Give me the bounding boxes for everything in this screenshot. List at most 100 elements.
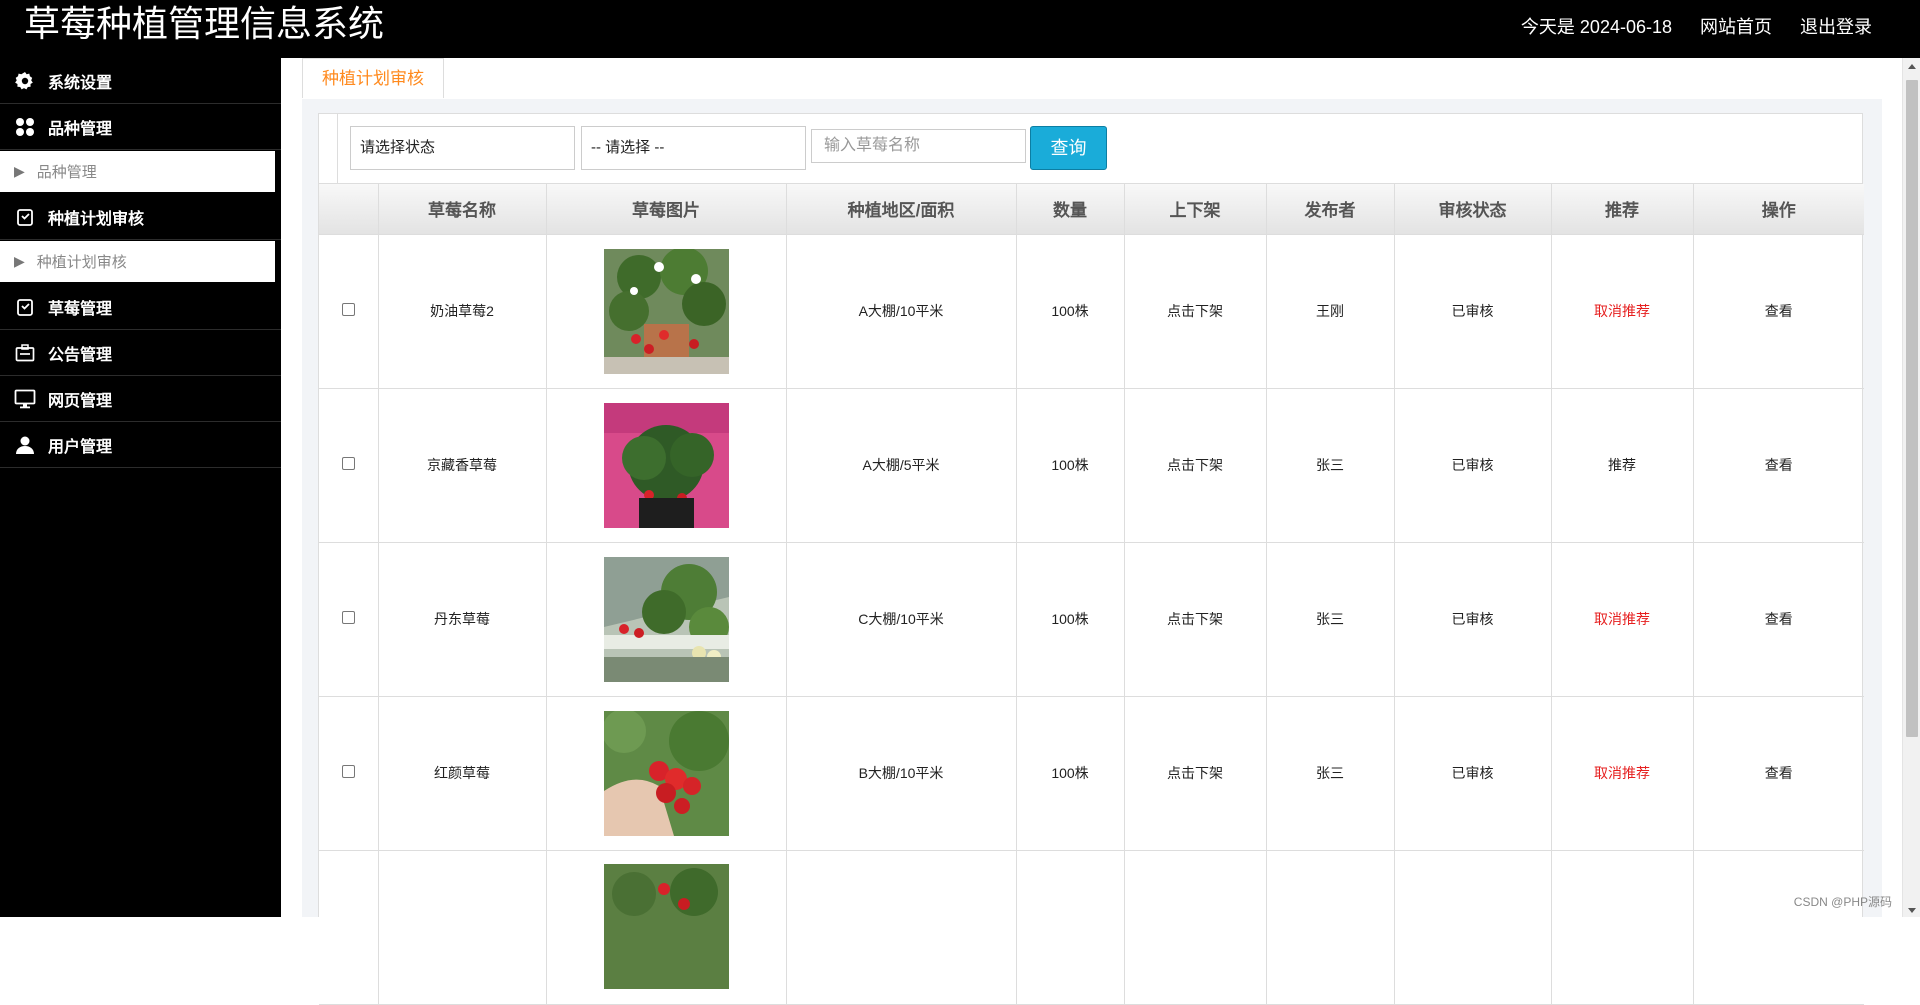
sidebar-item-label: 用户管理 [48, 433, 112, 457]
app-title: 草莓种植管理信息系统 [24, 3, 384, 47]
sidebar-item-label: 系统设置 [48, 69, 112, 93]
sidebar-item-web-management[interactable]: 网页管理 [0, 376, 281, 422]
content-panel: 请选择状态 -- 请选择 -- 输入草莓名称 查询 草莓名称 草莓图片 种植地区… [302, 99, 1882, 917]
strawberry-photo [604, 403, 729, 528]
sidebar-item-strawberry-management[interactable]: 草莓管理 [0, 284, 281, 330]
strawberry-photo [604, 557, 729, 682]
triangle-right-icon: ▶ [14, 253, 25, 270]
table-header: 草莓图片 [546, 184, 786, 234]
cell-area: A大棚/5平米 [786, 388, 1016, 542]
cell-area: C大棚/10平米 [786, 542, 1016, 696]
filter-bar: 请选择状态 -- 请选择 -- 输入草莓名称 查询 [319, 114, 1862, 184]
cell-publisher: 张三 [1266, 696, 1394, 850]
logout-link[interactable]: 退出登录 [1800, 16, 1872, 38]
sidebar-item-label: 草莓管理 [48, 295, 112, 319]
cell-quantity: 100株 [1016, 388, 1124, 542]
table-header: 草莓名称 [378, 184, 546, 234]
cell-image [546, 542, 786, 696]
sidebar-item-label: 品种管理 [48, 115, 112, 139]
plan-table: 草莓名称 草莓图片 种植地区/面积 数量 上下架 发布者 审核状态 推荐 操作 [319, 184, 1864, 1005]
cell-image [546, 388, 786, 542]
home-link[interactable]: 网站首页 [1700, 16, 1772, 38]
category-select[interactable]: -- 请选择 -- [581, 126, 806, 170]
vertical-scrollbar[interactable] [1902, 58, 1920, 917]
table-row: 奶油草莓2 A大棚/10平米 100 [319, 234, 1864, 388]
view-link[interactable]: 查看 [1693, 696, 1864, 850]
shelf-toggle-link[interactable]: 点击下架 [1124, 696, 1266, 850]
clipboard-icon [14, 296, 36, 318]
sidebar-item-label: 种植计划审核 [48, 205, 144, 229]
view-link[interactable]: 查看 [1693, 542, 1864, 696]
table-header: 数量 [1016, 184, 1124, 234]
main-content: 种植计划审核 请选择状态 -- 请选择 -- 输入草莓名称 查询 草莓名称 草 [281, 58, 1920, 917]
sidebar: 系统设置 品种管理 ▶ 品种管理 种植计划审核 ▶ 种植计划审核 草莓管理 公告… [0, 58, 281, 917]
cell-publisher: 张三 [1266, 542, 1394, 696]
notice-board-icon [14, 342, 36, 364]
user-icon [14, 434, 36, 456]
triangle-right-icon: ▶ [14, 163, 25, 180]
row-checkbox[interactable] [342, 611, 355, 624]
table-header: 上下架 [1124, 184, 1266, 234]
table-header: 操作 [1693, 184, 1864, 234]
apps-grid-icon [14, 116, 36, 138]
cell-area: B大棚/10平米 [786, 696, 1016, 850]
view-link[interactable]: 查看 [1693, 388, 1864, 542]
sidebar-item-system-settings[interactable]: 系统设置 [0, 58, 281, 104]
cell-status: 已审核 [1394, 542, 1551, 696]
watermark: CSDN @PHP源码 [1794, 893, 1892, 910]
cell-status: 已审核 [1394, 696, 1551, 850]
date-text: 今天是 2024-06-18 [1521, 16, 1672, 38]
table-header-checkbox [319, 184, 378, 234]
recommend-toggle-link[interactable]: 取消推荐 [1551, 542, 1693, 696]
top-header: 草莓种植管理信息系统 今天是 2024-06-18 网站首页 退出登录 [0, 0, 1920, 58]
table-row [319, 850, 1864, 1004]
query-button[interactable]: 查询 [1030, 126, 1107, 170]
cell-name: 丹东草莓 [378, 542, 546, 696]
table-header: 推荐 [1551, 184, 1693, 234]
table-row: 红颜草莓 B大棚/10平米 100株 点击下架 张三 [319, 696, 1864, 850]
cell-quantity: 100株 [1016, 542, 1124, 696]
shelf-toggle-link[interactable]: 点击下架 [1124, 542, 1266, 696]
row-checkbox[interactable] [342, 303, 355, 316]
cell-status: 已审核 [1394, 388, 1551, 542]
cell-name: 奶油草莓2 [378, 234, 546, 388]
recommend-toggle-link[interactable]: 取消推荐 [1551, 696, 1693, 850]
scroll-up-arrow-icon[interactable] [1908, 64, 1916, 69]
sidebar-item-user-management[interactable]: 用户管理 [0, 422, 281, 468]
scroll-down-arrow-icon[interactable] [1908, 908, 1916, 913]
sidebar-item-label: 公告管理 [48, 341, 112, 365]
cell-publisher: 王刚 [1266, 234, 1394, 388]
sidebar-subitem-plan-review[interactable]: ▶ 种植计划审核 [0, 241, 275, 282]
row-checkbox[interactable] [342, 457, 355, 470]
shelf-toggle-link[interactable]: 点击下架 [1124, 234, 1266, 388]
clipboard-icon [14, 206, 36, 228]
shelf-toggle-link[interactable]: 点击下架 [1124, 388, 1266, 542]
search-input[interactable]: 输入草莓名称 [811, 129, 1026, 163]
cell-publisher: 张三 [1266, 388, 1394, 542]
recommend-toggle-link[interactable]: 取消推荐 [1551, 234, 1693, 388]
table-row: 京藏香草莓 A大棚/5平米 100株 点击下架 [319, 388, 1864, 542]
header-links: 今天是 2024-06-18 网站首页 退出登录 [1521, 16, 1872, 38]
cell-image [546, 850, 786, 1004]
sidebar-item-notice-management[interactable]: 公告管理 [0, 330, 281, 376]
table-header: 审核状态 [1394, 184, 1551, 234]
list-container: 请选择状态 -- 请选择 -- 输入草莓名称 查询 草莓名称 草莓图片 种植地区… [318, 113, 1863, 917]
sidebar-item-label: 网页管理 [48, 387, 112, 411]
table-header: 种植地区/面积 [786, 184, 1016, 234]
row-checkbox[interactable] [342, 765, 355, 778]
tab-plan-review[interactable]: 种植计划审核 [302, 58, 444, 98]
gear-icon [14, 70, 36, 92]
cell-area: A大棚/10平米 [786, 234, 1016, 388]
table-row: 丹东草莓 C大棚/10平米 100株 [319, 542, 1864, 696]
sidebar-subitem-label: 种植计划审核 [37, 251, 127, 272]
scrollbar-thumb[interactable] [1906, 80, 1918, 737]
sidebar-subitem-label: 品种管理 [37, 161, 97, 182]
cell-status: 已审核 [1394, 234, 1551, 388]
cell-quantity: 100株 [1016, 234, 1124, 388]
recommend-toggle-link[interactable]: 推荐 [1551, 388, 1693, 542]
sidebar-item-variety-management[interactable]: 品种管理 [0, 104, 281, 150]
view-link[interactable]: 查看 [1693, 234, 1864, 388]
status-select[interactable]: 请选择状态 [350, 126, 575, 170]
sidebar-item-plan-review[interactable]: 种植计划审核 [0, 194, 281, 240]
sidebar-subitem-variety-management[interactable]: ▶ 品种管理 [0, 151, 275, 192]
